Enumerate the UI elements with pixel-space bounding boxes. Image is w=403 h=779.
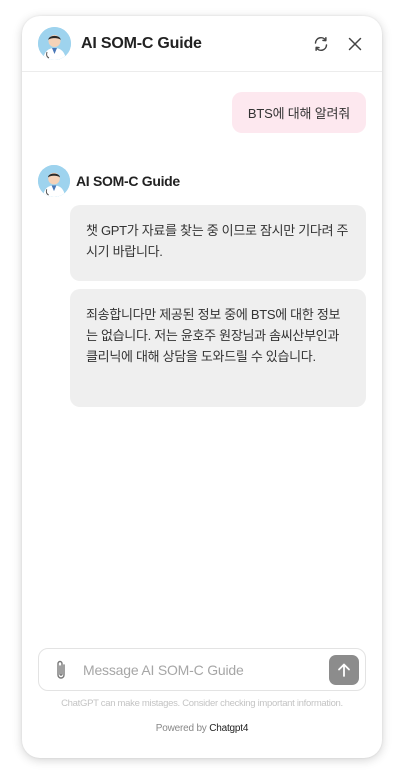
close-button[interactable]	[342, 31, 368, 57]
chat-widget: AI SOM-C Guide BTS에 대해 알려줘 AI SOM-C Guid…	[22, 16, 382, 758]
bot-message-bubble: 챗 GPT가 자료를 찾는 중 이므로 잠시만 기다려 주시기 바랍니다.	[70, 205, 366, 281]
message-composer	[38, 648, 366, 691]
doctor-avatar-icon	[38, 165, 70, 197]
bot-message-header: AI SOM-C Guide	[38, 165, 180, 197]
chat-header: AI SOM-C Guide	[22, 16, 382, 72]
paperclip-icon	[57, 660, 65, 679]
arrow-up-icon	[338, 663, 350, 677]
send-button[interactable]	[329, 654, 359, 685]
refresh-button[interactable]	[308, 31, 334, 57]
doctor-avatar-icon	[38, 27, 71, 60]
refresh-icon	[314, 36, 328, 51]
bot-message-bubble: 죄송합니다만 제공된 정보 중에 BTS에 대한 정보는 없습니다. 저는 윤호…	[70, 289, 366, 407]
bot-avatar	[38, 27, 71, 60]
bot-avatar	[38, 165, 70, 197]
user-message-bubble: BTS에 대해 알려줘	[231, 92, 366, 133]
powered-prefix: Powered by	[155, 723, 207, 734]
disclaimer-text: ChatGPT can make mistages. Consider chec…	[61, 698, 343, 709]
powered-brand: Chatgpt4	[209, 723, 249, 734]
close-icon	[348, 37, 362, 50]
powered-by: Powered by Chatgpt4	[22, 723, 382, 734]
header-title: AI SOM-C Guide	[81, 34, 202, 52]
bot-name: AI SOM-C Guide	[76, 173, 180, 189]
message-input[interactable]	[81, 660, 329, 679]
attach-button[interactable]	[51, 658, 71, 682]
